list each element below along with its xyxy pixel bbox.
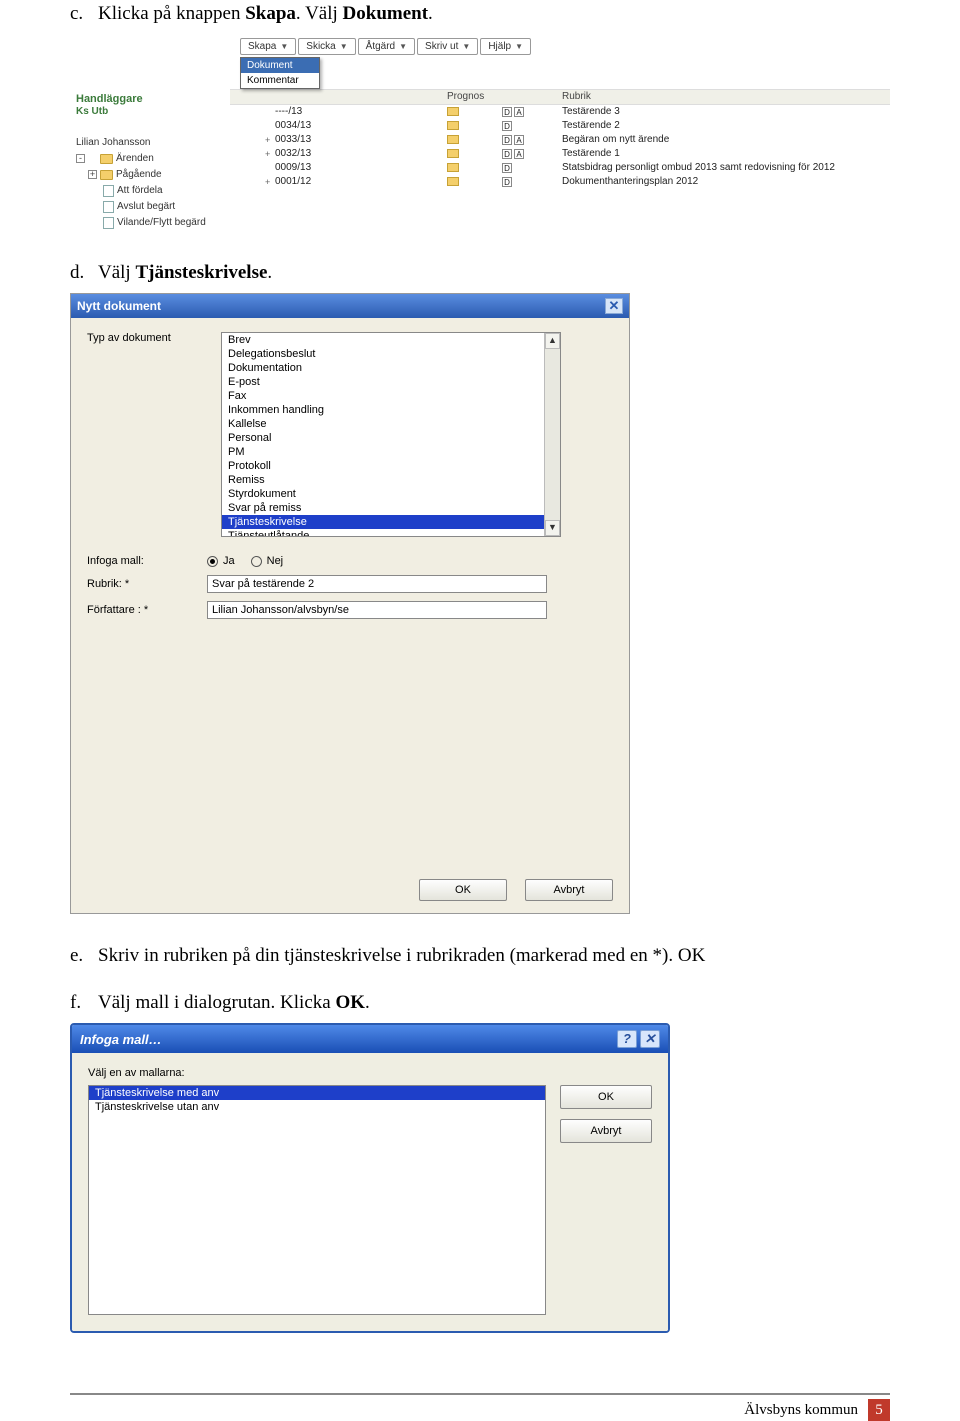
table-row[interactable]: +0001/12DDokumenthanteringsplan 2012 <box>230 175 890 189</box>
list-item[interactable]: E-post <box>222 375 560 389</box>
folder-icon <box>447 121 459 130</box>
list-letter: d. <box>70 259 98 288</box>
avbryt-button[interactable]: Avbryt <box>525 879 613 901</box>
screenshot-new-document-dialog: Nytt dokument ✕ Typ av dokument BrevDele… <box>70 293 630 914</box>
sidebar: Handläggare Ks Utb Lilian Johansson -Äre… <box>70 89 230 231</box>
avbryt-button[interactable]: Avbryt <box>560 1119 652 1143</box>
list-item[interactable]: Styrdokument <box>222 487 560 501</box>
dialog-titlebar: Nytt dokument ✕ <box>71 294 629 318</box>
list-item[interactable]: Kallelse <box>222 417 560 431</box>
list-item[interactable]: Tjänsteutlåtande <box>222 529 560 537</box>
folder-icon <box>447 107 459 116</box>
rubrik-input[interactable] <box>207 575 547 593</box>
skapa-dropdown: Dokument Kommentar <box>240 57 320 89</box>
tree-item[interactable]: Avslut begärt <box>76 199 230 215</box>
instruction-text: Skriv in rubriken på din tjänsteskrivels… <box>98 942 705 971</box>
close-icon[interactable]: ✕ <box>605 298 623 314</box>
scrollbar[interactable]: ▲ ▼ <box>544 333 560 536</box>
ok-button[interactable]: OK <box>560 1085 652 1109</box>
table-row[interactable]: +0033/13DABegäran om nytt ärende <box>230 133 890 147</box>
tree-item[interactable]: -Ärenden <box>76 151 230 167</box>
list-item[interactable]: Tjänsteskrivelse <box>222 515 560 529</box>
folder-icon <box>447 149 459 158</box>
forfattare-input[interactable] <box>207 601 547 619</box>
table-row[interactable]: +0032/13DATestärende 1 <box>230 147 890 161</box>
table-row[interactable]: ----/13DATestärende 3 <box>230 105 890 119</box>
page-footer: Älvsbyns kommun 5 <box>70 1393 890 1421</box>
list-letter: e. <box>70 942 98 971</box>
sidebar-subtitle: Ks Utb <box>76 106 230 117</box>
radio-nej[interactable] <box>251 556 262 567</box>
footer-org: Älvsbyns kommun <box>744 1402 858 1419</box>
main-table: PrognosRubrik ----/13DATestärende 30034/… <box>230 89 890 231</box>
list-item[interactable]: Delegationsbeslut <box>222 347 560 361</box>
template-listbox[interactable]: Tjänsteskrivelse med anvTjänsteskrivelse… <box>88 1085 546 1315</box>
tree-item[interactable]: Vilande/Flytt begärd <box>76 215 230 231</box>
label-rubrik: Rubrik: * <box>87 578 207 590</box>
label-forfattare: Författare : * <box>87 604 207 616</box>
list-item[interactable]: Remiss <box>222 473 560 487</box>
prompt-text: Välj en av mallarna: <box>88 1067 546 1079</box>
list-item[interactable]: Svar på remiss <box>222 501 560 515</box>
doc-icon <box>103 185 114 197</box>
scroll-down-icon[interactable]: ▼ <box>545 520 560 536</box>
table-headers: PrognosRubrik <box>230 89 890 105</box>
label-doc-type: Typ av dokument <box>87 332 207 350</box>
list-item[interactable]: Dokumentation <box>222 361 560 375</box>
dropdown-item-dokument[interactable]: Dokument <box>241 58 319 73</box>
dialog-title: Infoga mall… <box>80 1032 162 1047</box>
list-item[interactable]: Fax <box>222 389 560 403</box>
radio-ja[interactable] <box>207 556 218 567</box>
folder-icon <box>447 163 459 172</box>
skrivut-button[interactable]: Skriv ut▼ <box>417 38 478 55</box>
list-item[interactable]: Tjänsteskrivelse med anv <box>89 1086 545 1100</box>
list-item[interactable]: PM <box>222 445 560 459</box>
list-letter: f. <box>70 989 98 1018</box>
screenshot-case-list: Skapa▼ Skicka▼ Åtgärd▼ Skriv ut▼ Hjälp▼ … <box>70 35 890 231</box>
doc-type-listbox[interactable]: BrevDelegationsbeslutDokumentationE-post… <box>221 332 561 537</box>
tree-item[interactable]: Att fördela <box>76 183 230 199</box>
list-item[interactable]: Protokoll <box>222 459 560 473</box>
folder-icon <box>447 177 459 186</box>
sidebar-title: Handläggare <box>76 93 230 105</box>
instruction-c: c. Klicka på knappen Skapa. Välj Dokumen… <box>70 0 890 29</box>
instruction-text: Klicka på knappen Skapa. Välj Dokument. <box>98 0 433 29</box>
tree-item[interactable]: +Pågående <box>76 167 230 183</box>
folder-icon <box>100 154 113 164</box>
ok-button[interactable]: OK <box>419 879 507 901</box>
list-item[interactable]: Inkommen handling <box>222 403 560 417</box>
atgard-button[interactable]: Åtgärd▼ <box>358 38 415 55</box>
nav-tree: Lilian Johansson -Ärenden +Pågående Att … <box>76 135 230 231</box>
doc-icon <box>103 201 114 213</box>
dialog-titlebar: Infoga mall… ? ✕ <box>72 1025 668 1053</box>
doc-icon <box>103 217 114 229</box>
dialog-title: Nytt dokument <box>77 299 161 313</box>
folder-icon <box>447 135 459 144</box>
folder-icon <box>100 170 113 180</box>
instruction-e: e. Skriv in rubriken på din tjänsteskriv… <box>70 942 890 971</box>
user-name: Lilian Johansson <box>76 135 230 151</box>
screenshot-insert-template-dialog: Infoga mall… ? ✕ Välj en av mallarna: Tj… <box>70 1023 670 1333</box>
toolbar: Skapa▼ Skicka▼ Åtgärd▼ Skriv ut▼ Hjälp▼ <box>70 35 890 58</box>
instruction-text: Välj Tjänsteskrivelse. <box>98 259 272 288</box>
help-icon[interactable]: ? <box>617 1030 637 1048</box>
instruction-text: Välj mall i dialogrutan. Klicka OK. <box>98 989 370 1018</box>
table-row[interactable]: 0034/13DTestärende 2 <box>230 119 890 133</box>
instruction-f: f. Välj mall i dialogrutan. Klicka OK. <box>70 989 890 1018</box>
label-infoga-mall: Infoga mall: <box>87 555 207 567</box>
dropdown-item-kommentar[interactable]: Kommentar <box>241 73 319 88</box>
instruction-d: d. Välj Tjänsteskrivelse. <box>70 259 890 288</box>
scroll-up-icon[interactable]: ▲ <box>545 333 560 349</box>
list-item[interactable]: Personal <box>222 431 560 445</box>
close-icon[interactable]: ✕ <box>640 1030 660 1048</box>
list-item[interactable]: Brev <box>222 333 560 347</box>
list-item[interactable]: Tjänsteskrivelse utan anv <box>89 1100 545 1114</box>
skapa-button[interactable]: Skapa▼ <box>240 38 296 55</box>
skicka-button[interactable]: Skicka▼ <box>298 38 355 55</box>
list-letter: c. <box>70 0 98 29</box>
table-row[interactable]: 0009/13DStatsbidrag personligt ombud 201… <box>230 161 890 175</box>
hjalp-button[interactable]: Hjälp▼ <box>480 38 531 55</box>
